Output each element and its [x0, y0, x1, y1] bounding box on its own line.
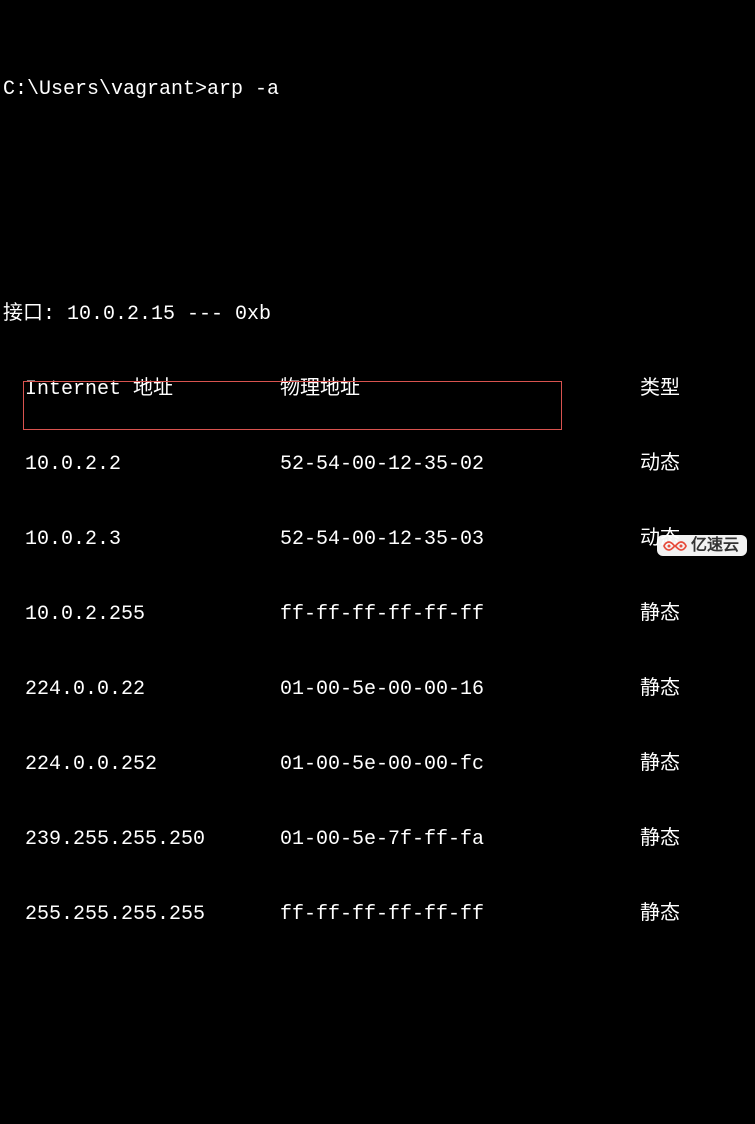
- entry-ip: 255.255.255.255: [25, 902, 280, 927]
- entry-type: 静态: [640, 827, 680, 852]
- entry-ip: 239.255.255.250: [25, 827, 280, 852]
- entry-mac: 01-00-5e-7f-ff-fa: [280, 827, 640, 852]
- header-physical: 物理地址: [280, 377, 640, 402]
- entry-ip: 224.0.0.252: [25, 752, 280, 777]
- column-headers: Internet 地址 物理地址 类型: [0, 377, 755, 402]
- watermark-logo: 亿速云: [657, 535, 747, 556]
- entry-type: 静态: [640, 677, 680, 702]
- entry-mac: ff-ff-ff-ff-ff-ff: [280, 602, 640, 627]
- arp-entry: 10.0.2.255 ff-ff-ff-ff-ff-ff 静态: [0, 602, 755, 627]
- entry-type: 静态: [640, 902, 680, 927]
- entry-ip: 10.0.2.2: [25, 452, 280, 477]
- command-text: C:\Users\vagrant>arp -a: [3, 77, 279, 102]
- entry-mac: 52-54-00-12-35-03: [280, 527, 640, 552]
- terminal-output: C:\Users\vagrant>arp -a 接口: 10.0.2.15 --…: [0, 2, 755, 1124]
- blank-line: [0, 177, 755, 202]
- entry-ip: 10.0.2.255: [25, 602, 280, 627]
- entry-ip: 224.0.0.22: [25, 677, 280, 702]
- entry-mac: 52-54-00-12-35-02: [280, 452, 640, 477]
- command-prompt-line: C:\Users\vagrant>arp -a: [0, 77, 755, 102]
- header-internet: Internet 地址: [25, 377, 280, 402]
- entry-type: 静态: [640, 602, 680, 627]
- arp-entry: 239.255.255.250 01-00-5e-7f-ff-fa 静态: [0, 827, 755, 852]
- blank-line: [0, 1002, 755, 1027]
- arp-entry: 255.255.255.255 ff-ff-ff-ff-ff-ff 静态: [0, 902, 755, 927]
- interface-header: 接口: 10.0.2.15 --- 0xb: [0, 302, 755, 327]
- entry-type: 动态: [640, 452, 680, 477]
- entry-mac: 01-00-5e-00-00-fc: [280, 752, 640, 777]
- arp-entry: 224.0.0.252 01-00-5e-00-00-fc 静态: [0, 752, 755, 777]
- entry-mac: ff-ff-ff-ff-ff-ff: [280, 902, 640, 927]
- interface-label: 接口: 10.0.2.15 --- 0xb: [3, 302, 271, 327]
- arp-entry: 224.0.0.22 01-00-5e-00-00-16 静态: [0, 677, 755, 702]
- entry-mac: 01-00-5e-00-00-16: [280, 677, 640, 702]
- entry-ip: 10.0.2.3: [25, 527, 280, 552]
- arp-entry: 10.0.2.3 52-54-00-12-35-03 动态: [0, 527, 755, 552]
- infinity-icon: [663, 538, 687, 554]
- header-type: 类型: [640, 377, 680, 402]
- watermark-text: 亿速云: [691, 538, 739, 554]
- arp-entry: 10.0.2.2 52-54-00-12-35-02 动态: [0, 452, 755, 477]
- entry-type: 静态: [640, 752, 680, 777]
